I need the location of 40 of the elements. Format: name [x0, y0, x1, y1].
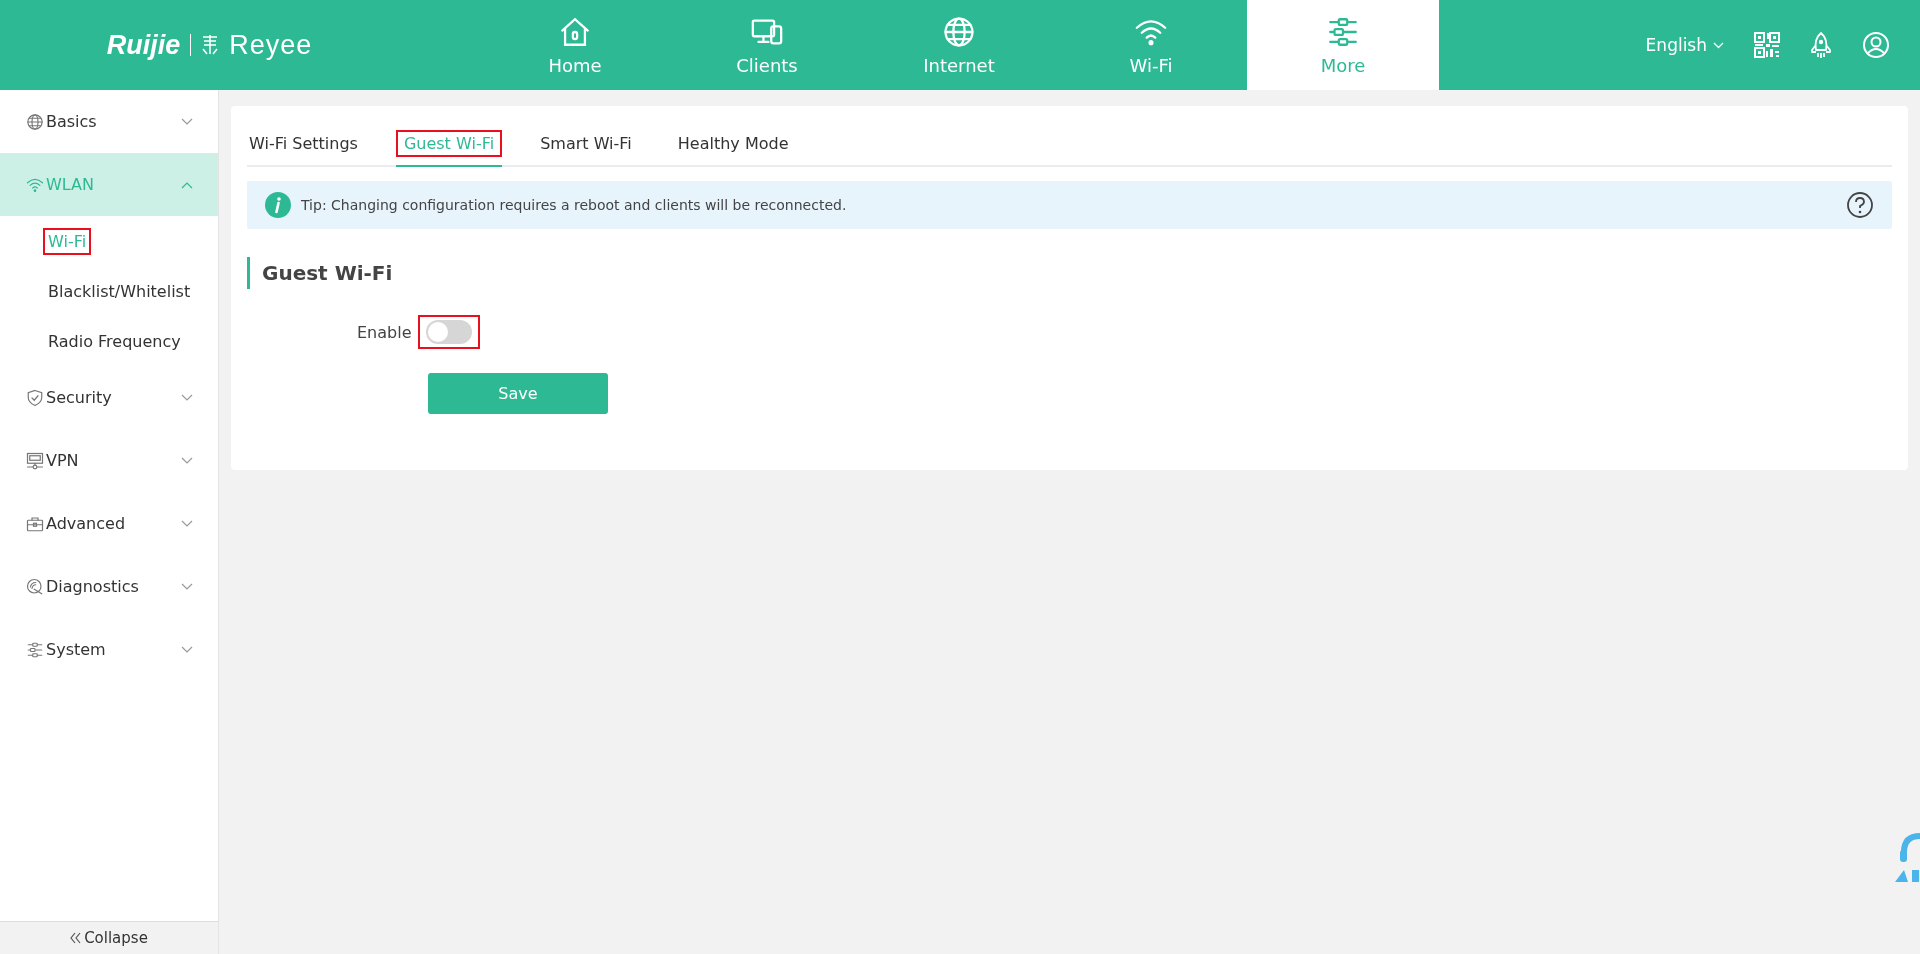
qr-code-icon[interactable]: [1754, 32, 1780, 58]
tab[interactable]: Healthy Mode: [669, 126, 797, 167]
section-title: Guest Wi-Fi: [247, 257, 1892, 289]
toolbox-icon: [26, 514, 44, 533]
chevron-icon: [181, 519, 193, 528]
sidebar-item[interactable]: System: [0, 618, 218, 681]
tab[interactable]: Wi-Fi Settings: [247, 126, 366, 167]
user-account-icon[interactable]: [1862, 31, 1890, 59]
emblem-icon: [201, 34, 220, 56]
rocket-icon[interactable]: [1810, 31, 1832, 59]
sidebar-subitem[interactable]: Radio Frequency: [43, 327, 186, 355]
sidebar-subitem[interactable]: Blacklist/Whitelist: [43, 277, 196, 305]
tip-text: Tip: Changing configuration requires a reboot and clients will be reconnected.: [301, 197, 848, 213]
info-icon: [265, 192, 291, 218]
globe-icon: [26, 112, 44, 131]
brand-logo: Reyee: [229, 29, 313, 61]
chevron-icon: [181, 117, 193, 126]
sidebar-item[interactable]: Diagnostics: [0, 555, 218, 618]
tab[interactable]: Smart Wi-Fi: [532, 126, 640, 167]
sidebar-item[interactable]: VPN: [0, 429, 218, 492]
help-icon[interactable]: [1846, 191, 1874, 219]
chevron-icon: [181, 180, 193, 189]
chevron-icon: [1713, 41, 1724, 49]
sliders-icon: [26, 640, 44, 659]
magnifier-icon: [26, 577, 44, 596]
collapse-button[interactable]: Collapse: [0, 921, 218, 954]
shield-icon: [26, 388, 44, 407]
enable-label: Enable: [357, 322, 412, 342]
chevron-icon: [181, 456, 193, 465]
chevron-icon: [181, 645, 193, 654]
chevron-icon: [181, 393, 193, 402]
globe-icon: [942, 14, 976, 49]
sidebar-item[interactable]: Basics: [0, 90, 218, 153]
monitor-icon: [26, 451, 44, 470]
sidebar-item[interactable]: Advanced: [0, 492, 218, 555]
chevron-icon: [181, 582, 193, 591]
enable-toggle[interactable]: [425, 320, 472, 344]
sidebar-item[interactable]: Security: [0, 366, 218, 429]
double-chevron-icon: [70, 932, 82, 944]
brand-logo: Ruijie: [106, 29, 181, 61]
